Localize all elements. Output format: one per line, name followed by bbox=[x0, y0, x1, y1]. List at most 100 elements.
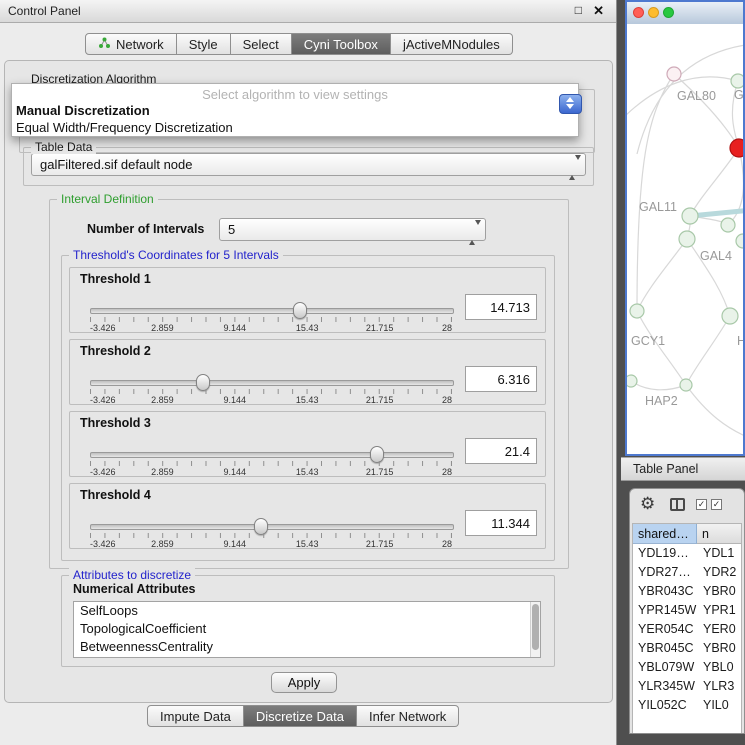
table-header-row: shared… n bbox=[633, 524, 741, 544]
table-row[interactable]: YDL19… YDL1 bbox=[633, 544, 741, 563]
threshold-slider-track[interactable] bbox=[90, 524, 454, 530]
tab-label: Cyni Toolbox bbox=[304, 37, 378, 52]
cell[interactable]: YBL079W bbox=[633, 658, 697, 677]
node-table: shared… n YDL19… YDL1 YDR27… YDR2 YBR043… bbox=[632, 523, 742, 733]
table-row[interactable]: YDR27… YDR2 bbox=[633, 563, 741, 582]
close-icon[interactable]: ✕ bbox=[593, 3, 604, 19]
number-of-intervals-label: Number of Intervals bbox=[87, 222, 204, 236]
numerical-attributes-label: Numerical Attributes bbox=[73, 582, 195, 596]
table-row[interactable]: YLR345W YLR3 bbox=[633, 677, 741, 696]
gear-icon[interactable]: ⚙ bbox=[640, 494, 655, 514]
list-item[interactable]: BetweennessCentrality bbox=[74, 638, 540, 656]
node[interactable] bbox=[682, 208, 698, 224]
scale-label: -3.426 bbox=[90, 539, 116, 549]
table-row[interactable]: YPR145W YPR1 bbox=[633, 601, 741, 620]
tab-jactivemnodules[interactable]: jActiveMNodules bbox=[391, 33, 513, 55]
threshold-panel-1: Threshold 1 -3.426 2.859 9.144 15.43 21.… bbox=[69, 267, 546, 333]
network-window-titlebar[interactable] bbox=[627, 2, 743, 25]
cell[interactable]: YBL0 bbox=[697, 658, 741, 677]
menu-item-equal-width-frequency[interactable]: Equal Width/Frequency Discretization bbox=[12, 119, 578, 136]
tab-discretize-data[interactable]: Discretize Data bbox=[244, 705, 357, 727]
thresholds-group-title: Threshold's Coordinates for 5 Intervals bbox=[69, 248, 283, 262]
cell[interactable]: YER054C bbox=[633, 620, 697, 639]
scale-label: -3.426 bbox=[90, 395, 116, 405]
selected-node[interactable] bbox=[730, 139, 743, 157]
column-header-name[interactable]: n bbox=[697, 524, 741, 544]
node[interactable] bbox=[721, 218, 735, 232]
node[interactable] bbox=[680, 379, 692, 391]
menu-item-manual-discretization[interactable]: Manual Discretization bbox=[12, 102, 578, 119]
tab-label: jActiveMNodules bbox=[403, 37, 500, 52]
cell[interactable]: YPR145W bbox=[633, 601, 697, 620]
cell[interactable]: YER0 bbox=[697, 620, 741, 639]
combo-up-down-icon bbox=[566, 97, 574, 109]
table-row[interactable]: YBL079W YBL0 bbox=[633, 658, 741, 677]
checkbox-icon[interactable]: ✓ bbox=[696, 499, 707, 510]
top-tab-bar: Network Style Select Cyni Toolbox jActiv… bbox=[85, 33, 513, 55]
table-panel-window: ⚙ ✓ ✓ shared… n YDL19… YDL1 YDR27… YDR2 … bbox=[629, 488, 745, 734]
zoom-traffic-light-icon[interactable] bbox=[663, 7, 674, 18]
cell[interactable]: YDR2 bbox=[697, 563, 741, 582]
cell[interactable]: YBR045C bbox=[633, 639, 697, 658]
table-panel-title: Table Panel bbox=[633, 462, 698, 476]
list-item[interactable]: TopologicalCoefficient bbox=[74, 620, 540, 638]
scrollbar[interactable] bbox=[530, 602, 540, 657]
algorithm-combo-button[interactable] bbox=[559, 94, 582, 114]
cell[interactable]: YLR3 bbox=[697, 677, 741, 696]
threshold-slider-track[interactable] bbox=[90, 380, 454, 386]
threshold-value-field[interactable]: 6.316 bbox=[465, 366, 537, 392]
cell[interactable]: YBR0 bbox=[697, 639, 741, 658]
column-header-shared-name[interactable]: shared… bbox=[633, 524, 697, 544]
close-traffic-light-icon[interactable] bbox=[633, 7, 644, 18]
tab-impute-data[interactable]: Impute Data bbox=[147, 705, 244, 727]
table-data-combo[interactable]: galFiltered.sif default node bbox=[31, 153, 586, 176]
cell[interactable]: YLR345W bbox=[633, 677, 697, 696]
tab-network[interactable]: Network bbox=[85, 33, 177, 55]
cell[interactable]: YDL19… bbox=[633, 544, 697, 563]
cell[interactable]: YPR1 bbox=[697, 601, 741, 620]
node[interactable] bbox=[667, 67, 681, 81]
node[interactable] bbox=[679, 231, 695, 247]
threshold-panel-2: Threshold 2 -3.426 2.859 9.144 15.43 21.… bbox=[69, 339, 546, 405]
threshold-value-field[interactable]: 21.4 bbox=[465, 438, 537, 464]
number-of-intervals-combo[interactable]: 5 bbox=[219, 218, 486, 241]
cell[interactable]: YDL1 bbox=[697, 544, 741, 563]
scale-label: 21.715 bbox=[366, 323, 394, 333]
interval-definition-group-title: Interval Definition bbox=[57, 192, 158, 206]
table-row[interactable]: YER054C YER0 bbox=[633, 620, 741, 639]
node[interactable] bbox=[731, 74, 743, 88]
threshold-value-field[interactable]: 14.713 bbox=[465, 294, 537, 320]
slider-scale-labels: -3.426 2.859 9.144 15.43 21.715 28 bbox=[90, 323, 452, 333]
cell[interactable]: YBR043C bbox=[633, 582, 697, 601]
table-row[interactable]: YBR045C YBR0 bbox=[633, 639, 741, 658]
node[interactable] bbox=[736, 234, 743, 248]
list-item[interactable]: SelfLoops bbox=[74, 602, 540, 620]
cell[interactable]: YIL052C bbox=[633, 696, 697, 715]
node[interactable] bbox=[627, 375, 637, 387]
cell[interactable]: YBR0 bbox=[697, 582, 741, 601]
tab-style[interactable]: Style bbox=[177, 33, 231, 55]
network-canvas[interactable]: GAL80 GA GAL11 GAL4 GCY1 HAP2 H bbox=[627, 24, 743, 454]
table-row[interactable]: YIL052C YIL0 bbox=[633, 696, 741, 715]
checkbox-icon[interactable]: ✓ bbox=[711, 499, 722, 510]
cell[interactable]: YDR27… bbox=[633, 563, 697, 582]
scrollbar-thumb[interactable] bbox=[532, 604, 539, 650]
threshold-slider-track[interactable] bbox=[90, 308, 454, 314]
node[interactable] bbox=[630, 304, 644, 318]
scale-label: 15.43 bbox=[296, 395, 319, 405]
apply-button[interactable]: Apply bbox=[271, 672, 337, 693]
tab-cyni-toolbox[interactable]: Cyni Toolbox bbox=[292, 33, 391, 55]
columns-icon[interactable] bbox=[670, 498, 685, 511]
threshold-value-field[interactable]: 11.344 bbox=[465, 510, 537, 536]
tab-infer-network[interactable]: Infer Network bbox=[357, 705, 459, 727]
tab-select[interactable]: Select bbox=[231, 33, 292, 55]
threshold-slider-track[interactable] bbox=[90, 452, 454, 458]
cell[interactable]: YIL0 bbox=[697, 696, 741, 715]
scale-label: 9.144 bbox=[224, 323, 247, 333]
threshold-label: Threshold 2 bbox=[80, 344, 151, 358]
float-window-icon[interactable]: □ bbox=[575, 3, 582, 17]
table-row[interactable]: YBR043C YBR0 bbox=[633, 582, 741, 601]
node[interactable] bbox=[722, 308, 738, 324]
threshold-label: Threshold 1 bbox=[80, 272, 151, 286]
minimize-traffic-light-icon[interactable] bbox=[648, 7, 659, 18]
